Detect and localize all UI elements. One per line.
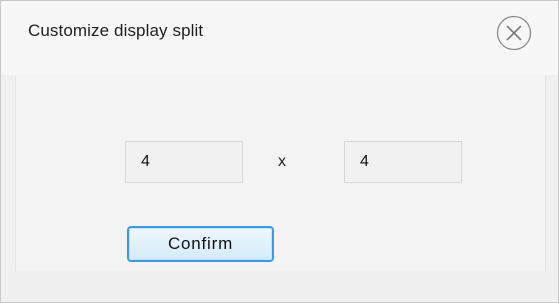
columns-input[interactable]	[344, 141, 462, 183]
dialog-content: x Confirm	[15, 75, 546, 271]
close-circle-icon	[496, 15, 532, 51]
confirm-button[interactable]: Confirm	[127, 226, 274, 262]
close-button[interactable]	[496, 15, 532, 51]
dialog-title: Customize display split	[28, 21, 204, 40]
customize-split-dialog: Customize display split x Confirm	[0, 0, 559, 303]
times-separator: x	[278, 153, 286, 170]
dialog-titlebar: Customize display split	[1, 1, 558, 75]
rows-input[interactable]	[125, 141, 243, 183]
